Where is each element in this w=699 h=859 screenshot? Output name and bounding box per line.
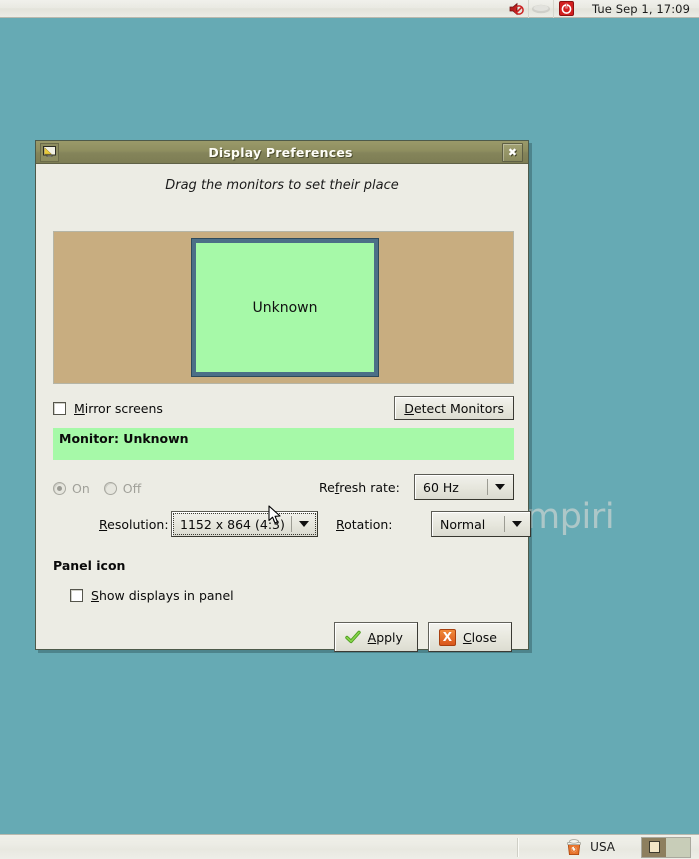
power-radio-group: On Off (53, 481, 141, 496)
power-icon-svg (558, 1, 574, 16)
selected-monitor-bar[interactable]: Monitor: Unknown (53, 428, 514, 460)
clock[interactable]: Tue Sep 1, 17:09 (578, 2, 699, 16)
workspace-1[interactable] (642, 837, 666, 857)
green-check-icon (344, 630, 361, 644)
resolution-label: Resolution: (99, 517, 169, 532)
volume-muted-icon[interactable] (504, 0, 528, 18)
workspace-1-window (648, 841, 660, 853)
refresh-rate-dropdown[interactable]: 60 Hz (414, 474, 514, 500)
show-displays-in-panel-checkbox[interactable]: Show displays in panel (70, 588, 234, 603)
monitor-drag-area[interactable]: Unknown (53, 231, 514, 384)
radio-off[interactable]: Off (103, 480, 142, 496)
resolution-dropdown[interactable]: 1152 x 864 (4:3) (171, 511, 318, 537)
workspace-switcher[interactable] (641, 836, 691, 858)
blank-applet-icon[interactable] (528, 0, 553, 18)
resolution-mnemonic: R (99, 517, 108, 532)
close-mnemonic: C (462, 629, 472, 645)
close-label-rest: lose (471, 629, 497, 645)
orange-x-icon: X (438, 628, 456, 646)
radio-on-label: On (72, 480, 90, 496)
dialog-action-row: Apply X Close (333, 622, 512, 652)
trash-icon (567, 839, 581, 855)
top-panel: Tue Sep 1, 17:09 (0, 0, 699, 18)
taskbar-window-list[interactable] (0, 835, 517, 859)
apply-button-label: Apply (368, 630, 403, 645)
mirror-screens-checkbox-box[interactable] (53, 401, 66, 415)
radio-on-indicator[interactable] (53, 481, 66, 495)
dialog-title: Display Preferences (208, 144, 353, 160)
refresh-rate-value: 60 Hz (423, 479, 459, 495)
chevron-down-icon[interactable] (299, 521, 309, 527)
detect-monitors-button[interactable]: Detect Monitors (394, 396, 514, 420)
close-button[interactable]: X Close (427, 622, 512, 652)
mirror-screens-label-rest: irror screens (84, 400, 163, 416)
refresh-rate-label-rest: resh rate: (339, 480, 400, 495)
dialog-body: Drag the monitors to set their place Unk… (36, 164, 531, 652)
radio-off-label: Off (122, 480, 142, 496)
rotation-label: Rotation: (336, 517, 393, 532)
resolution-value: 1152 x 864 (4:3) (180, 516, 285, 532)
rotation-dropdown[interactable]: Normal (431, 511, 531, 537)
refresh-rate-separator (487, 479, 488, 495)
detect-monitors-mnemonic: D (404, 400, 414, 416)
apply-label-rest: pply (376, 629, 403, 645)
radio-on[interactable]: On (53, 481, 90, 496)
rotation-mnemonic: R (336, 517, 345, 532)
desktop-background[interactable]: Napalmpiri Display Preferences ✖ Drag th… (0, 18, 699, 834)
orange-x-icon-glyph: X (442, 630, 453, 644)
dialog-titlebar[interactable]: Display Preferences ✖ (36, 141, 528, 164)
mirror-and-detect-row: Mirror screens Detect Monitors (53, 396, 514, 420)
detect-monitors-label-rest: etect Monitors (413, 400, 504, 416)
display-preferences-dialog: Display Preferences ✖ Drag the monitors … (35, 140, 531, 652)
mirror-screens-label: Mirror screens (74, 401, 163, 416)
monitor-preview-label: Unknown (252, 299, 318, 316)
drag-hint-text: Drag the monitors to set their place (165, 178, 399, 193)
blank-applet-icon-svg (532, 4, 550, 13)
close-button-label: Close (463, 630, 497, 645)
panel-icon-heading: Panel icon (53, 558, 126, 573)
workspace-2[interactable] (666, 837, 690, 857)
resolution-separator (291, 516, 292, 532)
volume-muted-icon-svg (509, 2, 524, 15)
resolution-rotation-row: Resolution: 1152 x 864 (4:3) Rotation: N… (53, 511, 531, 539)
display-monitor-icon (40, 142, 59, 162)
show-displays-label-rest: how displays in panel (98, 588, 234, 603)
system-tray (504, 0, 578, 18)
trash-launcher[interactable]: USA (519, 835, 623, 859)
show-displays-label: Show displays in panel (91, 588, 234, 603)
resolution-label-rest: esolution: (107, 517, 169, 532)
refresh-rate-label: Refresh rate: (319, 480, 400, 495)
chevron-down-icon[interactable] (512, 521, 522, 527)
close-icon-glyph: ✖ (507, 145, 518, 159)
rotation-separator (504, 516, 505, 532)
monitor-preview-unknown[interactable]: Unknown (191, 238, 379, 377)
detect-monitors-label: Detect Monitors (404, 401, 504, 416)
show-displays-mnemonic: S (91, 588, 99, 603)
power-icon[interactable] (553, 0, 578, 18)
display-monitor-icon-svg (43, 146, 56, 157)
apply-mnemonic: A (367, 629, 377, 645)
chevron-down-icon[interactable] (495, 484, 505, 490)
rotation-value: Normal (440, 516, 486, 532)
rotation-label-rest: otation: (344, 517, 393, 532)
refresh-rate-label-prefix: Re (319, 480, 335, 495)
selected-monitor-title: Monitor: Unknown (59, 431, 189, 446)
mirror-screens-mnemonic: M (74, 400, 85, 416)
show-displays-checkbox-box[interactable] (70, 589, 83, 602)
trash-label: USA (590, 840, 615, 854)
apply-button[interactable]: Apply (333, 622, 418, 652)
radio-off-indicator[interactable] (103, 481, 117, 495)
close-icon[interactable]: ✖ (502, 142, 523, 162)
mirror-screens-checkbox[interactable]: Mirror screens (53, 401, 163, 416)
bottom-panel: USA (0, 834, 699, 859)
